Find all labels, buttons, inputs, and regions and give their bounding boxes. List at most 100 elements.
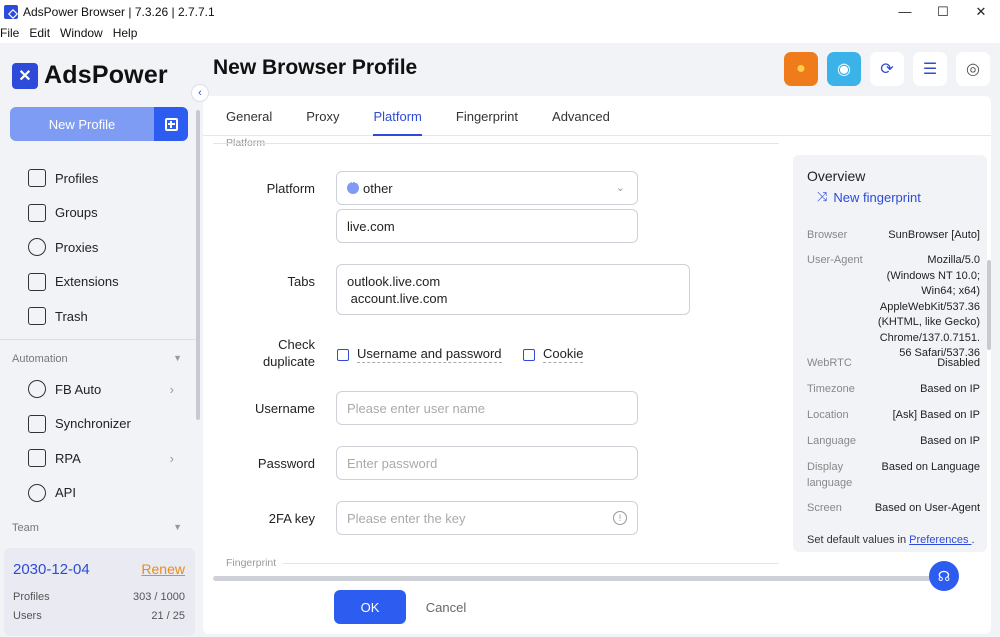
avatar[interactable]: ◎ [956, 52, 990, 86]
sidebar-item-fb-auto[interactable]: FB Auto › [0, 372, 196, 407]
overview-value: SunBrowser [Auto] [888, 229, 980, 241]
tab-bar: General Proxy Platform Fingerprint Advan… [203, 96, 991, 136]
quota-value: 303 / 1000 [133, 591, 185, 603]
tab-fingerprint[interactable]: Fingerprint [445, 96, 529, 136]
add-profile-button[interactable] [154, 107, 188, 141]
window-controls: — ☐ ✕ [886, 0, 1000, 23]
tab-url-line: outlook.live.com [347, 274, 441, 289]
menu-edit[interactable]: Edit [29, 26, 56, 40]
horizontal-scrollbar[interactable] [213, 576, 945, 581]
sync-icon [28, 414, 46, 433]
divider [213, 143, 779, 144]
close-button[interactable]: ✕ [962, 0, 1000, 23]
twofa-label: 2FA key [268, 511, 315, 526]
overview-title: Overview [807, 168, 866, 184]
new-profile-group: New Profile [10, 107, 188, 141]
tab-platform[interactable]: Platform [362, 96, 432, 136]
footer-text: Set default values in [807, 534, 907, 546]
sidebar-item-label: API [55, 485, 76, 501]
sidebar-item-label: FB Auto [55, 381, 102, 397]
overview-row-language: Language Based on IP [807, 434, 980, 450]
overview-row-display-language: Display language Based on Language [807, 460, 980, 491]
plus-icon [164, 117, 178, 131]
checkbox-label: Cookie [543, 346, 584, 363]
team-section-header[interactable]: Team ▼ [12, 522, 182, 534]
username-password-checkbox[interactable]: Username and password [337, 346, 502, 363]
sidebar-item-extensions[interactable]: Extensions [0, 265, 196, 300]
overview-value: Based on IP [920, 435, 980, 447]
tab-general[interactable]: General [215, 96, 283, 136]
info-icon[interactable]: ! [613, 511, 627, 525]
divider [283, 563, 779, 564]
sidebar-item-api[interactable]: API [0, 476, 196, 511]
minimize-button[interactable]: — [886, 0, 924, 23]
ok-button[interactable]: OK [334, 590, 406, 624]
overview-row-user-agent: User-Agent Mozilla/5.0 (Windows NT 10.0;… [807, 253, 980, 362]
renew-link[interactable]: Renew [141, 561, 185, 577]
menu-file[interactable]: File [0, 26, 25, 40]
sidebar-item-label: Trash [55, 308, 88, 324]
subscription-card: 2030-12-04 Renew Profiles 303 / 1000 Use… [4, 548, 195, 636]
sidebar-item-rpa[interactable]: RPA › [0, 441, 196, 476]
twofa-input[interactable]: Please enter the key ! [336, 501, 638, 535]
overview-scrollbar[interactable] [987, 260, 991, 350]
update-icon[interactable]: ⟳ [870, 52, 904, 86]
sidebar-item-groups[interactable]: Groups [0, 196, 196, 231]
sidebar-item-label: Proxies [55, 239, 99, 255]
sidebar-item-label: Profiles [55, 170, 99, 186]
divider [0, 339, 196, 340]
overview-value: Mozilla/5.0 (Windows NT 10.0; Win64; x64… [877, 254, 980, 359]
section-label: Automation [12, 353, 68, 365]
checkbox-icon [337, 348, 349, 361]
automation-section-header[interactable]: Automation ▼ [12, 353, 182, 365]
platform-select[interactable]: other ⌄ [336, 171, 638, 205]
overview-key: User-Agent [807, 254, 863, 266]
task-list-icon[interactable]: ☰ [913, 52, 947, 86]
sidebar-item-profiles[interactable]: Profiles [0, 161, 196, 196]
app-icon [4, 4, 18, 19]
footer-end: . [971, 534, 975, 546]
platform-domain-input[interactable]: live.com [336, 209, 638, 243]
quota-label: Profiles [13, 591, 50, 603]
username-input[interactable]: Please enter user name [336, 391, 638, 425]
password-input[interactable]: Enter password [336, 446, 638, 480]
menu-window[interactable]: Window [60, 26, 109, 40]
caret-down-icon: ▼ [173, 522, 182, 532]
support-chat-icon[interactable]: ◉ [827, 52, 861, 86]
robot-icon [28, 449, 46, 468]
overview-value: Based on IP [920, 383, 980, 395]
new-profile-button[interactable]: New Profile [10, 107, 154, 141]
chevron-right-icon: › [169, 450, 174, 466]
menu-bar: File Edit Window Help [0, 23, 1000, 43]
overview-key: Browser [807, 229, 848, 241]
sidebar-scrollbar[interactable] [196, 110, 200, 420]
sidebar-item-trash[interactable]: Trash [0, 299, 196, 334]
coin-icon[interactable]: ● [784, 52, 818, 86]
new-fingerprint-button[interactable]: ⤨ New fingerprint [817, 189, 921, 205]
help-headset-button[interactable]: ☊ [929, 561, 959, 591]
overview-key: Screen Resolution [807, 502, 842, 514]
username-label: Username [255, 401, 315, 416]
cancel-button[interactable]: Cancel [420, 590, 472, 624]
plug-icon [28, 483, 46, 502]
sidebar-item-synchronizer[interactable]: Synchronizer [0, 407, 196, 442]
new-fingerprint-label: New fingerprint [833, 189, 921, 205]
caret-down-icon: ▼ [173, 353, 182, 363]
tabs-textarea[interactable]: outlook.live.com account.live.com [336, 264, 690, 315]
sidebar-item-label: Extensions [55, 274, 119, 290]
chevron-right-icon: › [169, 381, 174, 397]
profiles-quota: Profiles 303 / 1000 [13, 591, 185, 603]
title-bar: AdsPower Browser | 7.3.26 | 2.7.7.1 — ☐ … [0, 0, 1000, 23]
cookie-checkbox[interactable]: Cookie [523, 346, 584, 363]
label-line: Check [278, 337, 315, 352]
sidebar-item-proxies[interactable]: Proxies [0, 230, 196, 265]
maximize-button[interactable]: ☐ [924, 0, 962, 23]
tab-proxy[interactable]: Proxy [295, 96, 350, 136]
overview-row-browser: Browser SunBrowser [Auto] [807, 228, 980, 244]
preferences-link[interactable]: Preferences [909, 534, 971, 546]
menu-help[interactable]: Help [113, 26, 144, 40]
tab-advanced[interactable]: Advanced [541, 96, 621, 136]
collapse-sidebar-button[interactable]: ‹ [191, 84, 209, 102]
tab-url-line: account.live.com [347, 291, 448, 306]
logo-text: AdsPower [44, 61, 168, 89]
